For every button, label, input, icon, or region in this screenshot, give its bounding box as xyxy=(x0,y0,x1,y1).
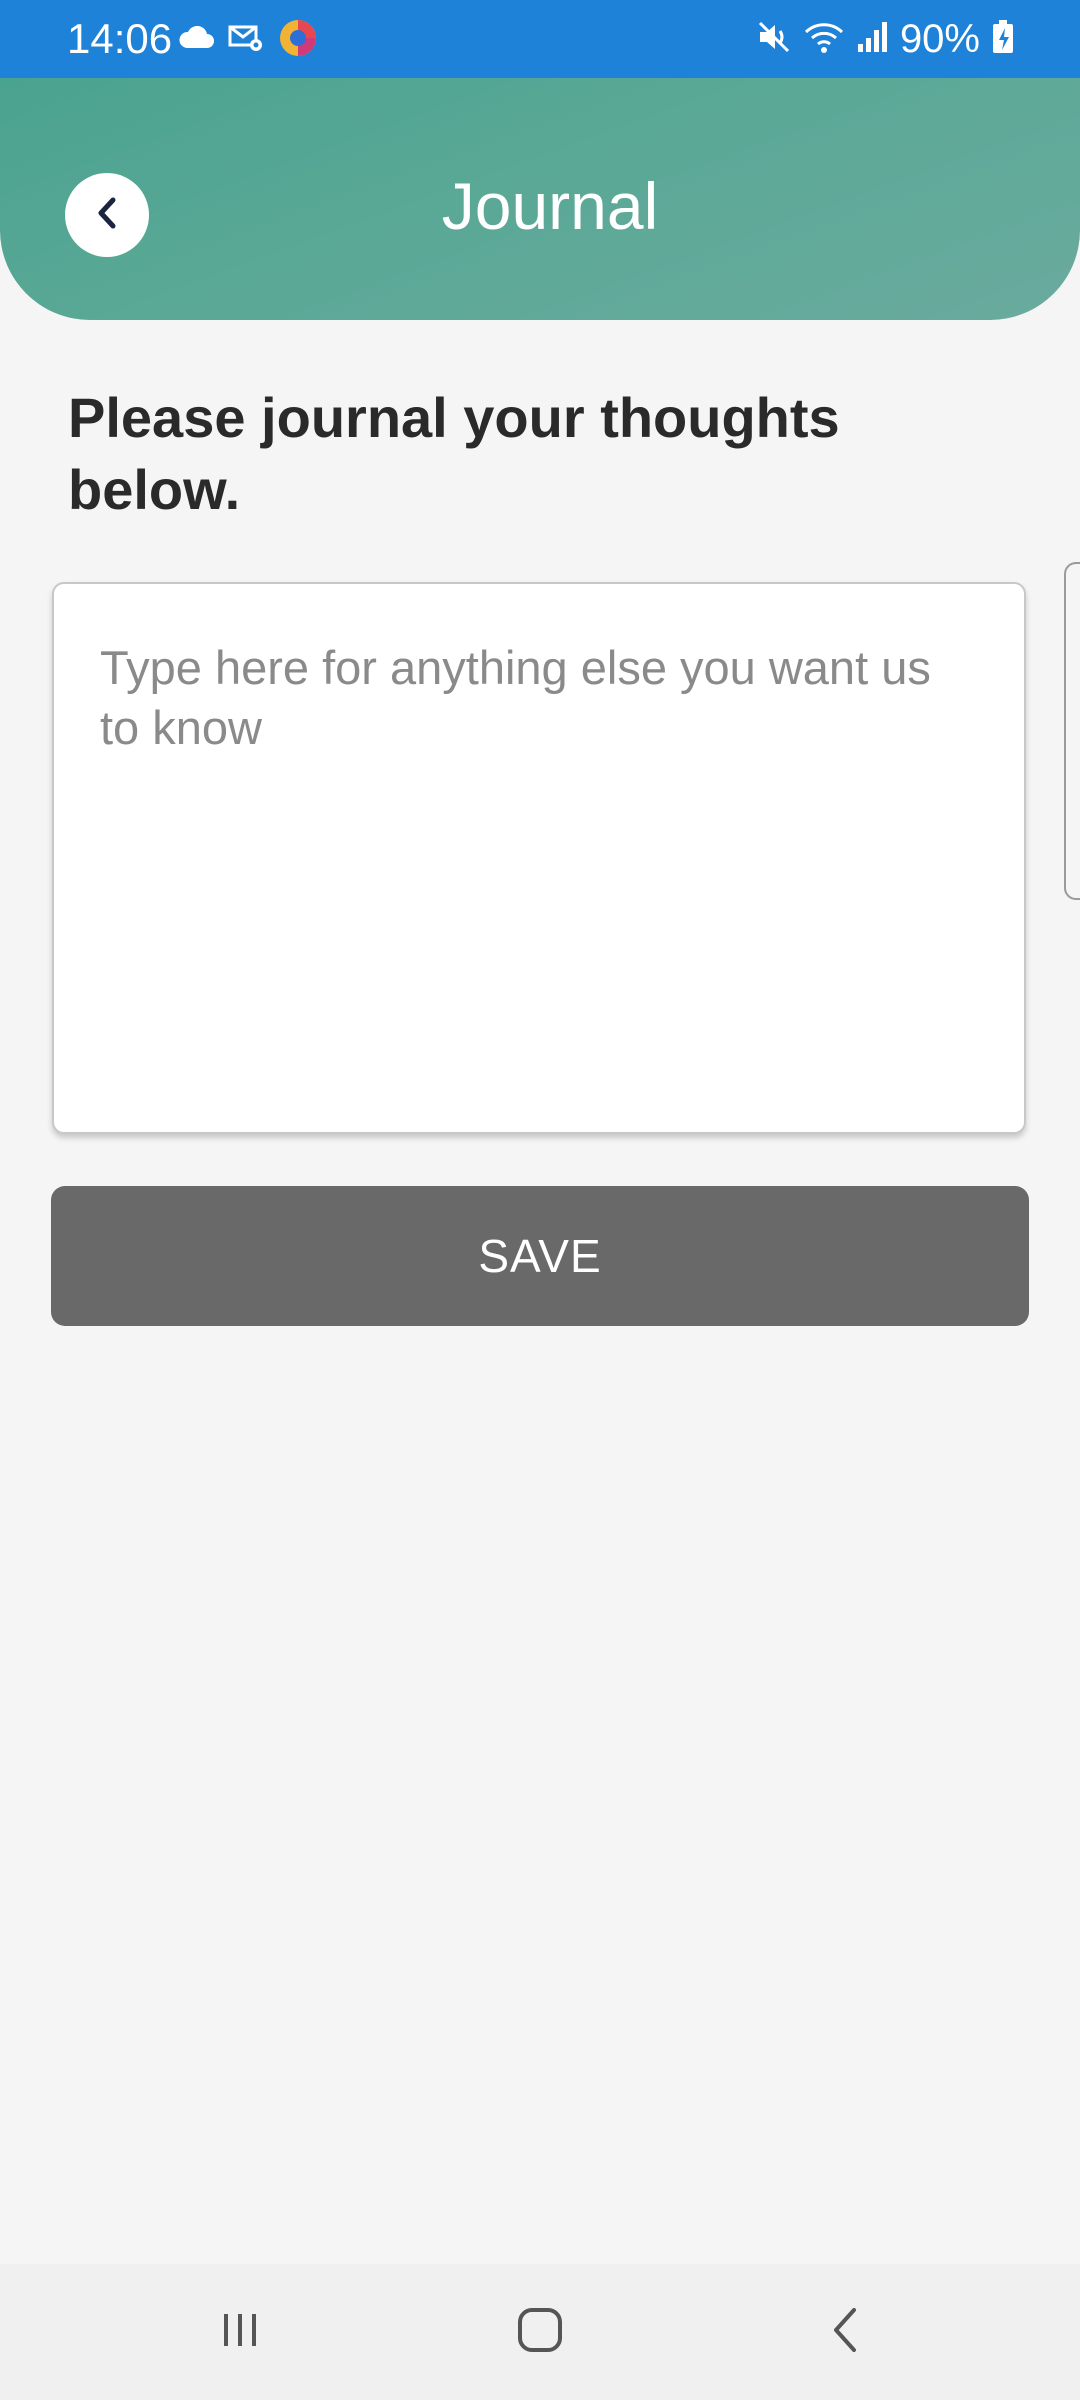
back-icon xyxy=(828,2306,862,2359)
mail-settings-icon xyxy=(228,23,264,58)
side-panel-edge[interactable] xyxy=(1064,562,1080,900)
battery-charging-icon xyxy=(992,19,1014,59)
status-time: 14:06 xyxy=(67,15,173,62)
mute-icon xyxy=(756,19,792,60)
home-icon xyxy=(516,2306,564,2359)
nav-bar xyxy=(0,2264,1080,2400)
page-title: Journal xyxy=(441,169,659,243)
wifi-icon xyxy=(804,20,844,59)
save-button[interactable]: SAVE xyxy=(51,1186,1029,1326)
journal-box xyxy=(52,582,1026,1134)
header: Journal xyxy=(0,78,1080,320)
status-bar: 14:06 90% xyxy=(0,0,1080,78)
browser-icon xyxy=(278,18,318,63)
status-right-icons: 90% xyxy=(756,14,1014,64)
battery-percent: 90% xyxy=(899,17,980,61)
journal-prompt: Please journal your thoughts below. xyxy=(68,386,840,521)
home-button[interactable] xyxy=(460,2264,620,2400)
recent-apps-icon xyxy=(218,2308,262,2357)
journal-input[interactable] xyxy=(100,638,980,1098)
cloud-icon xyxy=(178,25,214,55)
signal-icon xyxy=(856,20,888,59)
status-left-icons xyxy=(178,18,318,62)
back-nav-button[interactable] xyxy=(765,2264,925,2400)
recent-apps-button[interactable] xyxy=(160,2264,320,2400)
